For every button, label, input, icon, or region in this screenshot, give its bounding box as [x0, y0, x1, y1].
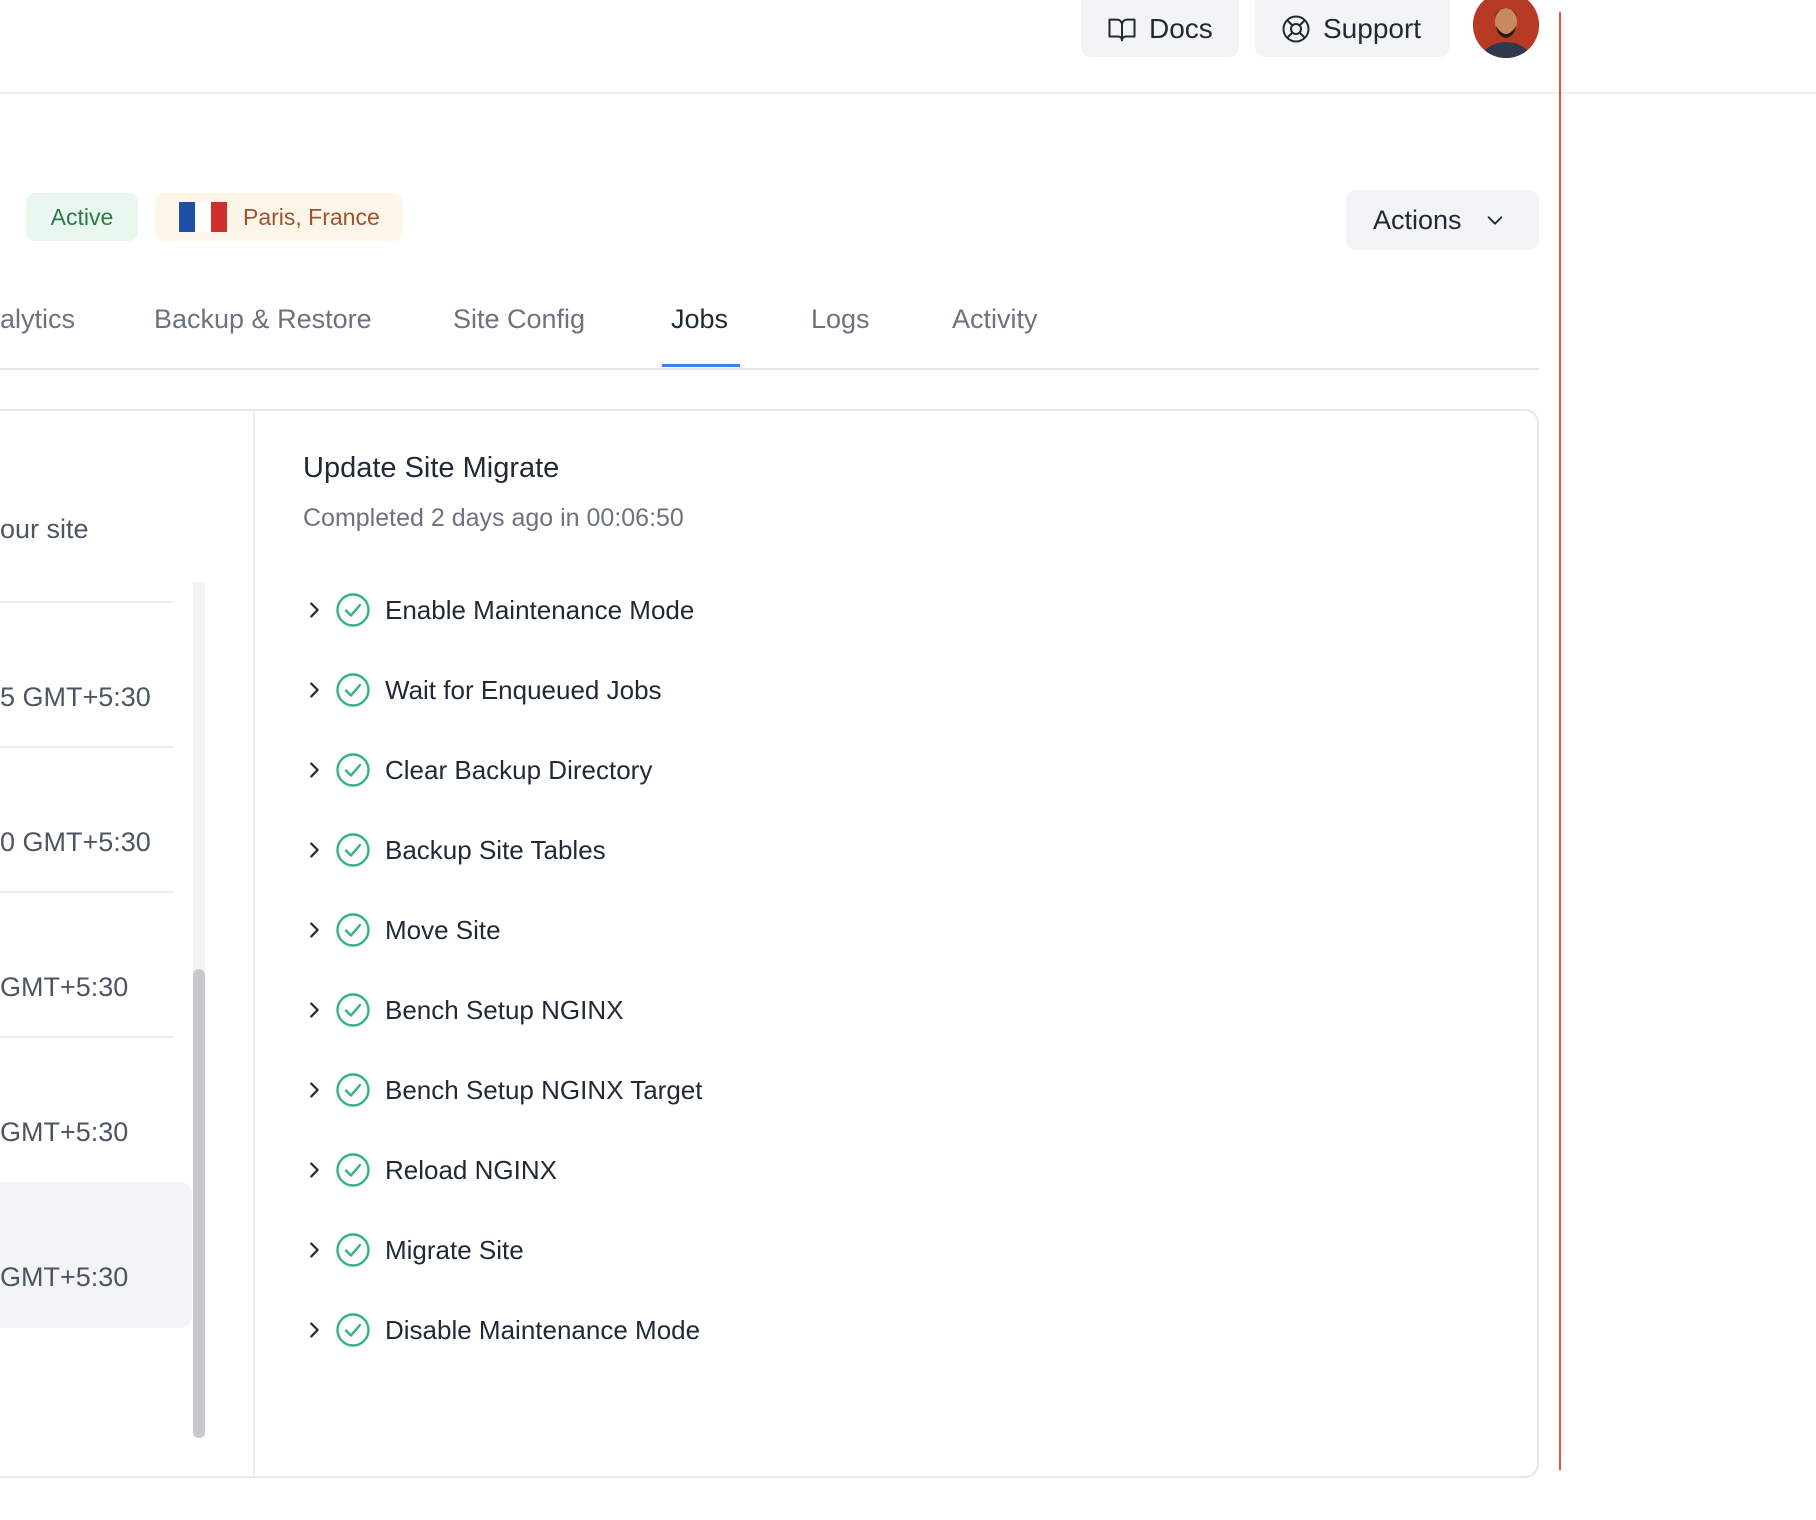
job-step-label: Reload NGINX	[385, 1154, 557, 1185]
check-circle-icon	[336, 993, 370, 1027]
job-step-label: Move Site	[385, 914, 501, 945]
location-label: Paris, France	[243, 203, 380, 230]
docs-label: Docs	[1149, 12, 1213, 44]
job-step-label: Wait for Enqueued Jobs	[385, 674, 662, 705]
job-title: Update Site Migrate	[303, 452, 560, 484]
job-list-item-time[interactable]: GMT+5:30	[0, 1262, 128, 1293]
chevron-right-icon	[310, 682, 319, 698]
chevron-right-icon	[310, 1082, 319, 1098]
job-step-label: Migrate Site	[385, 1234, 524, 1265]
actions-label: Actions	[1373, 204, 1462, 235]
job-step[interactable]: Enable Maintenance Mode	[303, 580, 694, 640]
job-step-label: Enable Maintenance Mode	[385, 594, 695, 625]
list-separator	[0, 746, 174, 748]
chevron-right-icon	[310, 1322, 319, 1338]
support-button[interactable]: Support	[1255, 0, 1450, 57]
tab-activity[interactable]: Activity	[952, 304, 1038, 335]
job-step-label: Disable Maintenance Mode	[385, 1314, 701, 1345]
check-circle-icon	[336, 1073, 370, 1107]
job-step[interactable]: Move Site	[303, 900, 501, 960]
chevron-right-icon	[310, 1242, 319, 1258]
check-circle-icon	[336, 833, 370, 867]
tab-backup-restore[interactable]: Backup & Restore	[154, 304, 372, 335]
chevron-right-icon	[310, 922, 319, 938]
job-step-label: Clear Backup Directory	[385, 754, 653, 785]
job-meta: Completed 2 days ago in 00:06:50	[303, 504, 684, 532]
check-circle-icon	[336, 1233, 370, 1267]
support-label: Support	[1323, 12, 1422, 44]
top-bar: Docs Support	[0, 0, 1816, 94]
docs-button[interactable]: Docs	[1081, 0, 1239, 57]
check-circle-icon	[336, 1313, 370, 1347]
check-circle-icon	[336, 1153, 370, 1187]
chevron-right-icon	[310, 842, 319, 858]
chevron-right-icon	[310, 602, 319, 618]
user-avatar[interactable]	[1473, 0, 1539, 58]
job-list-item-selected[interactable]	[0, 1182, 192, 1328]
job-list-item-time[interactable]: 0 GMT+5:30	[0, 827, 151, 858]
job-step[interactable]: Bench Setup NGINX	[303, 980, 623, 1040]
list-separator	[0, 601, 174, 603]
chevron-down-icon	[1487, 216, 1502, 225]
check-circle-icon	[336, 593, 370, 627]
job-step[interactable]: Bench Setup NGINX Target	[303, 1060, 702, 1120]
job-step[interactable]: Backup Site Tables	[303, 820, 606, 880]
chevron-right-icon	[310, 1002, 319, 1018]
tab-site-config[interactable]: Site Config	[453, 304, 585, 335]
active-tab-indicator	[662, 364, 740, 367]
job-step[interactable]: Reload NGINX	[303, 1140, 557, 1200]
location-badge: Paris, France	[155, 193, 403, 241]
job-list-item-time[interactable]: 5 GMT+5:30	[0, 682, 151, 713]
site-tabs: alytics Backup & Restore Site Config Job…	[0, 290, 1539, 370]
list-separator	[0, 891, 174, 893]
viewport-edge-line	[1559, 12, 1561, 1470]
tab-analytics[interactable]: alytics	[0, 304, 75, 335]
check-circle-icon	[336, 673, 370, 707]
job-step[interactable]: Migrate Site	[303, 1220, 524, 1280]
jobs-panel	[0, 409, 1539, 1478]
actions-dropdown-button[interactable]: Actions	[1346, 190, 1539, 250]
chevron-right-icon	[310, 1162, 319, 1178]
status-badge: Active	[26, 193, 138, 241]
job-list-item-time[interactable]: GMT+5:30	[0, 1117, 128, 1148]
france-flag-icon	[179, 202, 227, 232]
job-list-subtitle: our site	[0, 514, 89, 544]
job-list-item-time[interactable]: GMT+5:30	[0, 972, 128, 1003]
panel-divider	[253, 410, 255, 1477]
check-circle-icon	[336, 913, 370, 947]
tab-jobs[interactable]: Jobs	[671, 304, 728, 335]
job-step-label: Bench Setup NGINX	[385, 994, 624, 1025]
list-separator	[0, 1036, 174, 1038]
job-step-label: Backup Site Tables	[385, 834, 606, 865]
job-list-scrollbar-thumb[interactable]	[193, 969, 205, 1438]
lifebuoy-icon	[1282, 15, 1310, 42]
job-step[interactable]: Clear Backup Directory	[303, 740, 652, 800]
chevron-right-icon	[310, 762, 319, 778]
job-step[interactable]: Wait for Enqueued Jobs	[303, 660, 662, 720]
tab-logs[interactable]: Logs	[811, 304, 870, 335]
check-circle-icon	[336, 753, 370, 787]
job-step[interactable]: Disable Maintenance Mode	[303, 1300, 700, 1360]
avatar-image	[1473, 0, 1539, 58]
job-step-label: Bench Setup NGINX Target	[385, 1074, 703, 1105]
book-icon	[1108, 18, 1136, 41]
status-badge-label: Active	[50, 203, 114, 230]
